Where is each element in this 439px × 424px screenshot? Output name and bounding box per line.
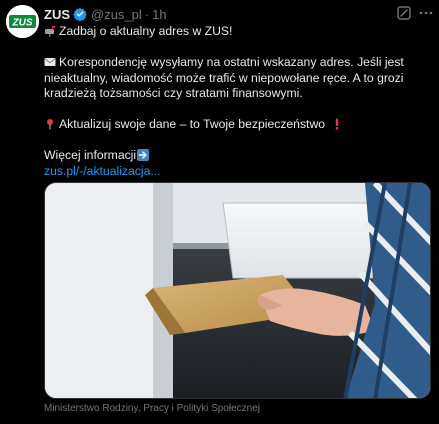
verified-badge-icon: [73, 7, 87, 21]
post-image[interactable]: [44, 182, 431, 399]
post-link-line: zus.pl/-/aktualizacja...: [44, 164, 434, 180]
author-handle[interactable]: @zus_pl: [91, 7, 142, 22]
tweet[interactable]: ZUS ZUS @zus_pl · 1h Zadbaj o aktualny a…: [0, 0, 439, 424]
post-para1: Korespondencję wysyłamy na ostatni wskaz…: [44, 55, 434, 102]
photo-mailbox-envelope: [45, 183, 430, 398]
post-para2-text: Aktualizuj swoje dane – to Twoje bezpiec…: [59, 117, 326, 131]
author-name[interactable]: ZUS: [44, 7, 70, 22]
image-caption: Ministerstwo Rodziny, Pracy i Polityki S…: [44, 403, 261, 414]
grok-icon[interactable]: [396, 5, 412, 21]
post-para1-text: Korespondencję wysyłamy na ostatni wskaz…: [44, 55, 404, 100]
post-time[interactable]: 1h: [152, 7, 166, 22]
post-para2: Aktualizuj swoje dane – to Twoje bezpiec…: [44, 117, 434, 133]
post-line1: Zadbaj o aktualny adres w ZUS!: [44, 24, 434, 40]
post-more-line: Więcej informacji: [44, 148, 434, 164]
header-separator: ·: [144, 6, 150, 22]
envelope-icon: [44, 56, 56, 68]
post-line1-text: Zadbaj o aktualny adres w ZUS!: [59, 24, 233, 38]
tweet-text: Zadbaj o aktualny adres w ZUS! Korespond…: [44, 24, 434, 179]
arrow-right-icon: [137, 149, 150, 161]
avatar[interactable]: ZUS: [6, 5, 39, 38]
exclamation-icon: [331, 118, 343, 130]
post-link[interactable]: zus.pl/-/aktualizacja...: [44, 164, 161, 178]
avatar-logo-text: ZUS: [12, 18, 33, 29]
more-info-label: Więcej informacji: [44, 148, 137, 162]
more-options-icon[interactable]: [418, 5, 434, 21]
mailbox-icon: [44, 25, 56, 37]
tweet-header: ZUS @zus_pl · 1h: [44, 5, 167, 23]
round-pushpin-icon: [44, 118, 56, 130]
